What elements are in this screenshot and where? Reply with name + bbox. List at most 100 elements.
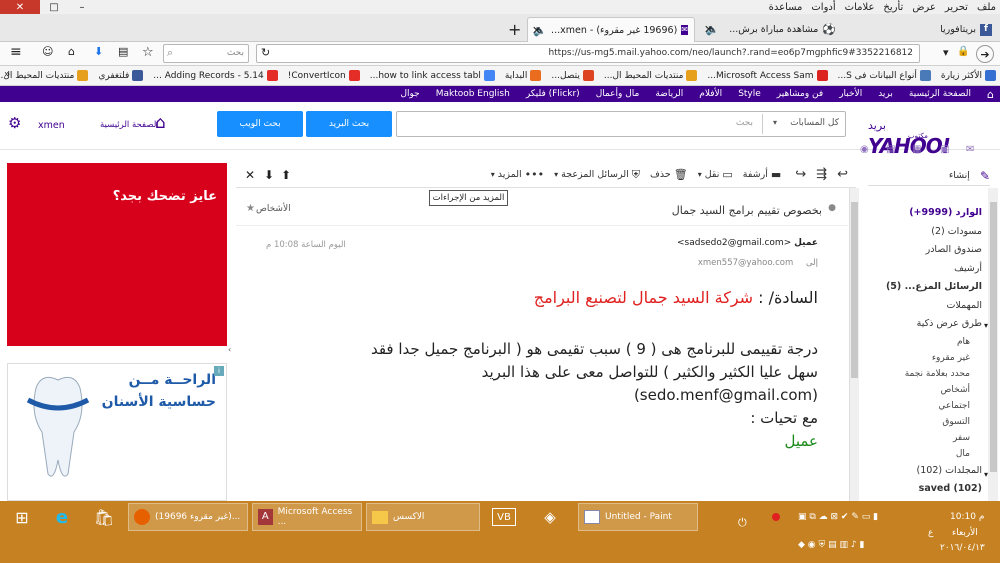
sidebar-folder-item[interactable]: سفر bbox=[868, 430, 986, 446]
search-input[interactable]: بحث bbox=[163, 44, 249, 63]
taskbar-access[interactable]: A Microsoft Access ... bbox=[252, 503, 362, 531]
ie-icon[interactable]: e bbox=[44, 503, 80, 531]
app-icon[interactable]: ◈ bbox=[532, 503, 568, 531]
taskbar-firefox[interactable]: (19696 غير مقروء)... bbox=[128, 503, 248, 531]
download-icon[interactable]: ⬇ bbox=[94, 46, 103, 57]
forward-icon[interactable]: ↪ bbox=[795, 168, 806, 181]
menu-bookmarks[interactable]: علامات bbox=[845, 2, 875, 13]
hamburger-menu-icon[interactable]: ≡ bbox=[10, 45, 22, 59]
bookmark-item[interactable]: أنواع البيانات فى S... bbox=[838, 70, 931, 81]
menu-view[interactable]: عرض bbox=[912, 2, 936, 13]
close-icon[interactable]: ✕ bbox=[532, 25, 541, 36]
url-bar[interactable]: https://us-mg5.mail.yahoo.com/neo/launch… bbox=[256, 44, 920, 63]
ynav-sports[interactable]: الرياضة bbox=[655, 89, 683, 99]
sidebar-folder-item[interactable]: هام bbox=[868, 334, 986, 350]
search-scope-select[interactable]: كل المسابات bbox=[790, 118, 839, 128]
taskbar-paint[interactable]: Untitled - Paint bbox=[578, 503, 698, 531]
calendar-icon[interactable]: ▦ bbox=[912, 145, 921, 155]
sidebar-folder-item[interactable]: طرق عرض ذكية bbox=[868, 315, 986, 334]
more-button[interactable]: ••• المزيد ▾ bbox=[491, 169, 544, 180]
home-icon[interactable]: ⌂ bbox=[68, 46, 75, 57]
mail-search-box[interactable]: كل المسابات ▾ بحث bbox=[396, 111, 846, 137]
advertisement-dental[interactable]: الراحــة مــن حساسية الأسنان i bbox=[7, 363, 227, 501]
language-indicator[interactable]: ع bbox=[928, 528, 933, 538]
close-icon[interactable]: ✕ bbox=[245, 169, 255, 181]
message-scrollbar[interactable] bbox=[849, 188, 859, 502]
notepad-icon[interactable]: ▤ bbox=[886, 145, 895, 155]
down-arrow-icon[interactable]: ⬇ bbox=[264, 169, 274, 181]
bookmark-item[interactable]: how to link access tabl... bbox=[370, 70, 495, 81]
reader-icon[interactable]: ▤ bbox=[118, 46, 128, 57]
sidebar-folder-item[interactable]: صندوق الصادر bbox=[868, 241, 986, 260]
bookmark-most-visited[interactable]: الأكثر زيارة bbox=[941, 70, 996, 81]
contacts-icon[interactable]: ▣ bbox=[940, 145, 949, 155]
sender-name[interactable]: عميل bbox=[794, 238, 818, 248]
menu-tools[interactable]: أدوات bbox=[811, 2, 835, 13]
ynav-movies[interactable]: الأفلام bbox=[699, 89, 722, 99]
close-icon[interactable]: ✕ bbox=[704, 24, 713, 35]
sidebar-folder-item[interactable]: محدد بعلامة نجمة bbox=[868, 366, 986, 382]
people-tab[interactable]: ★ الأشخاص bbox=[236, 200, 300, 226]
advertisement[interactable]: عايز تضحك بجد؟ bbox=[7, 163, 227, 346]
reload-icon[interactable]: ↻ bbox=[261, 47, 270, 58]
tab-yahoo-mail[interactable]: ✕ ✉ (19696 غير مقروء) - xmen... 🔈 bbox=[527, 17, 695, 42]
record-icon[interactable] bbox=[772, 513, 780, 521]
reply-icon[interactable]: ↩ bbox=[837, 168, 848, 181]
sender-email[interactable]: <sadsedo2@gmail.com> bbox=[677, 238, 791, 248]
chevron-icon[interactable]: » bbox=[4, 70, 10, 80]
scrollbar-thumb[interactable] bbox=[990, 202, 997, 472]
ad-choices-icon[interactable]: i bbox=[214, 366, 224, 376]
store-icon[interactable]: 🛍 bbox=[86, 503, 122, 531]
sidebar-folder-item[interactable]: الرسائل المزع... (5) bbox=[868, 278, 986, 297]
reply-all-icon[interactable]: ⇶ bbox=[816, 168, 827, 181]
sidebar-folder-item[interactable]: أشخاص bbox=[868, 382, 986, 398]
smiley-icon[interactable]: ☺ bbox=[42, 46, 53, 57]
sidebar-scrollbar[interactable] bbox=[988, 188, 998, 502]
bookmark-item[interactable]: فلتغفري bbox=[98, 70, 144, 81]
back-arrow-icon[interactable]: ➔ bbox=[976, 45, 994, 63]
gear-icon[interactable]: ⚙ bbox=[8, 116, 21, 131]
taskbar-folder[interactable]: الاكسس bbox=[366, 503, 480, 531]
dropdown-icon[interactable]: ▾ bbox=[943, 47, 949, 58]
vb-icon[interactable]: VB bbox=[492, 508, 516, 526]
search-mail-button[interactable]: بحث البريد bbox=[306, 111, 392, 137]
sidebar-folder-item[interactable]: المهملات bbox=[868, 297, 986, 316]
ynav-style[interactable]: Style bbox=[738, 89, 761, 99]
home-link[interactable]: الصفحة الرئيسية bbox=[100, 120, 159, 130]
sidebar-folder-item[interactable]: اجتماعي bbox=[868, 398, 986, 414]
sidebar-folder-item[interactable]: أرشيف bbox=[868, 260, 986, 279]
ynav-business[interactable]: مال وأعمال bbox=[596, 89, 640, 99]
bookmark-item[interactable]: يتصل... bbox=[551, 70, 594, 81]
mail-icon[interactable]: ✉ bbox=[966, 145, 974, 155]
sidebar-folder-item[interactable]: مسودات (2) bbox=[868, 223, 986, 242]
sidebar-folder-item[interactable]: غير مقروء bbox=[868, 350, 986, 366]
new-tab-button[interactable]: + bbox=[508, 22, 521, 38]
up-arrow-icon[interactable]: ⬆ bbox=[281, 169, 291, 181]
compose-button[interactable]: ✎ إنشاء bbox=[868, 166, 990, 186]
newsfeed-icon[interactable]: ◉ bbox=[860, 145, 869, 155]
power-icon[interactable]: ⏻ bbox=[738, 516, 747, 530]
search-web-button[interactable]: بحث الويب bbox=[217, 111, 303, 137]
menu-file[interactable]: ملف bbox=[977, 2, 996, 13]
sidebar-folder-item[interactable]: المجلدات (102) bbox=[868, 462, 986, 481]
start-icon[interactable]: ⊞ bbox=[4, 503, 40, 531]
user-name[interactable]: xmen bbox=[38, 120, 65, 131]
archive-button[interactable]: ▬ أرشفة bbox=[743, 169, 782, 180]
sidebar-folder-item[interactable]: saved (102) bbox=[868, 480, 986, 499]
bookmark-item[interactable]: Microsoft Access Sam... bbox=[707, 70, 828, 81]
star-icon[interactable]: ☆ bbox=[142, 46, 154, 59]
ynav-maktoob-english[interactable]: Maktoob English bbox=[436, 89, 510, 99]
clock-time[interactable]: 10:10 م bbox=[950, 512, 984, 522]
ynav-mobile[interactable]: جوال bbox=[400, 89, 419, 99]
ynav-celebrity[interactable]: فن ومشاهير bbox=[777, 89, 823, 99]
bookmark-item[interactable]: ConvertIcon! bbox=[288, 70, 360, 81]
sidebar-folder-item[interactable]: الوارد (9999+) bbox=[868, 204, 986, 223]
tab-soccer[interactable]: ✕ ⚽ مشاهدة مباراة برش... 🔈 bbox=[700, 17, 842, 42]
unread-dot-icon[interactable]: ● bbox=[828, 204, 836, 213]
scrollbar-thumb[interactable] bbox=[851, 202, 858, 378]
menu-edit[interactable]: تحرير bbox=[945, 2, 968, 13]
ynav-home[interactable]: الصفحة الرئيسية bbox=[909, 89, 971, 99]
spam-button[interactable]: ⛨ الرسائل المزعجة ▾ bbox=[554, 169, 640, 180]
tray-icons-row2[interactable]: ◆ ◉ ⛨ ▤ ▥ ♪ ▮ bbox=[798, 540, 864, 550]
yahoo-logo[interactable]: بريد YAHOO! مكتوب bbox=[868, 110, 968, 158]
